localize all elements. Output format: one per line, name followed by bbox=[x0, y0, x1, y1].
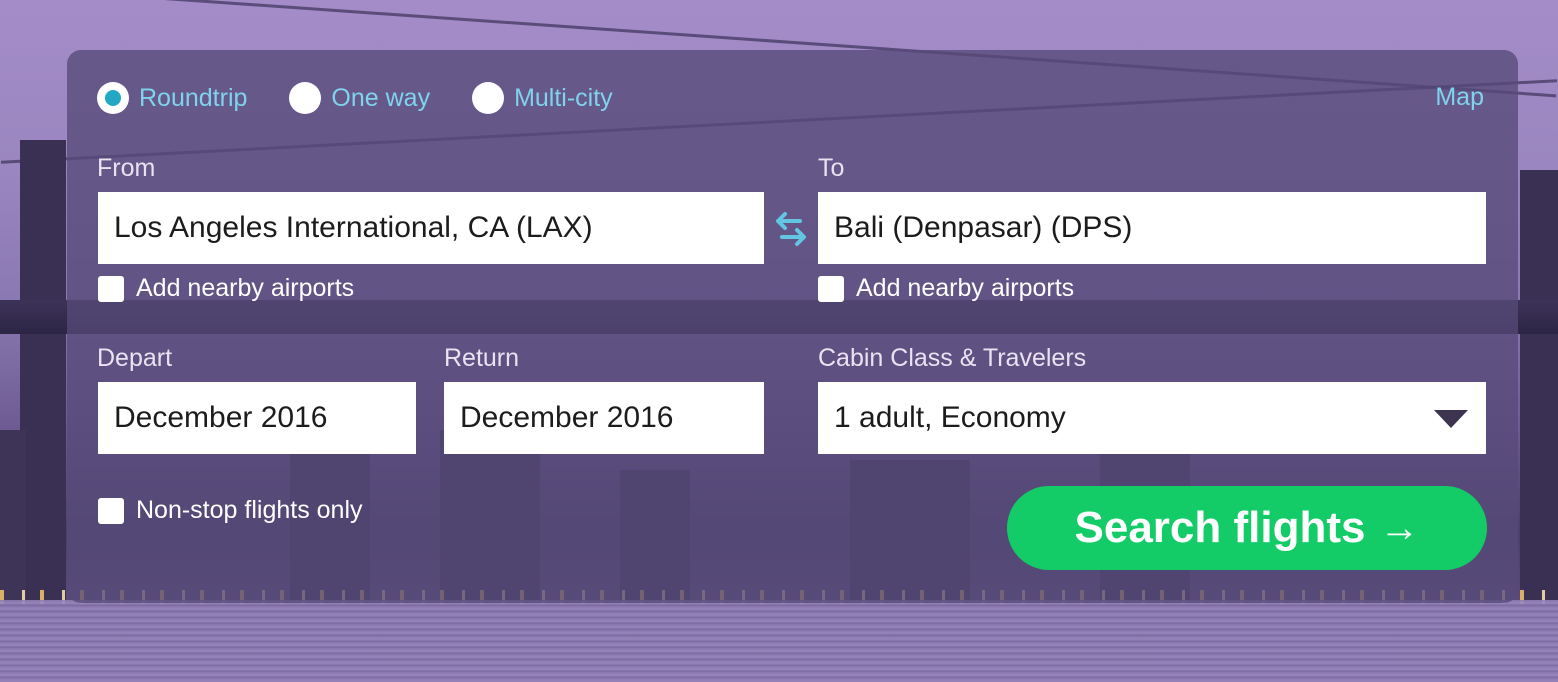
return-label: Return bbox=[444, 344, 520, 372]
water bbox=[0, 600, 1558, 682]
to-input[interactable]: Bali (Denpasar) (DPS) bbox=[818, 192, 1486, 264]
roundtrip-radio[interactable] bbox=[97, 82, 129, 114]
depart-label: Depart bbox=[97, 344, 173, 372]
cabin-travelers-label: Cabin Class & Travelers bbox=[818, 344, 1087, 372]
return-input[interactable]: December 2016 bbox=[444, 382, 764, 454]
bridge-tower bbox=[20, 140, 66, 600]
from-label: From bbox=[97, 154, 156, 182]
trip-type-group: Roundtrip One way Multi-city bbox=[97, 82, 655, 114]
to-label: To bbox=[818, 154, 845, 182]
from-input[interactable]: Los Angeles International, CA (LAX) bbox=[98, 192, 764, 264]
cabin-travelers-select[interactable]: 1 adult, Economy bbox=[818, 382, 1486, 454]
bridge-tower bbox=[1520, 170, 1558, 600]
trip-type-roundtrip[interactable]: Roundtrip bbox=[97, 82, 247, 114]
non-stop-option[interactable]: Non-stop flights only bbox=[98, 496, 363, 525]
depart-input[interactable]: December 2016 bbox=[98, 382, 416, 454]
search-flights-label: Search flights bbox=[1074, 503, 1366, 552]
non-stop-checkbox[interactable] bbox=[98, 497, 124, 524]
search-flights-button[interactable]: Search flights → bbox=[1007, 486, 1487, 570]
swap-arrows-icon[interactable] bbox=[770, 212, 812, 246]
multi-city-label[interactable]: Multi-city bbox=[514, 84, 613, 113]
cabin-travelers-value: 1 adult, Economy bbox=[834, 401, 1066, 434]
one-way-radio[interactable] bbox=[289, 82, 322, 114]
arrow-right-icon: → bbox=[1379, 505, 1420, 550]
flight-search-panel: Roundtrip One way Multi-city Map From Lo… bbox=[67, 50, 1518, 603]
to-nearby-checkbox[interactable] bbox=[818, 275, 844, 302]
map-link[interactable]: Map bbox=[1435, 83, 1484, 112]
from-nearby-airports[interactable]: Add nearby airports bbox=[98, 274, 354, 303]
roundtrip-label[interactable]: Roundtrip bbox=[139, 84, 247, 113]
from-nearby-label[interactable]: Add nearby airports bbox=[136, 274, 354, 303]
one-way-label[interactable]: One way bbox=[331, 84, 430, 113]
from-nearby-checkbox[interactable] bbox=[98, 275, 124, 302]
building bbox=[0, 430, 26, 602]
to-nearby-label[interactable]: Add nearby airports bbox=[856, 274, 1074, 303]
non-stop-label[interactable]: Non-stop flights only bbox=[136, 496, 363, 525]
chevron-down-icon[interactable] bbox=[1434, 410, 1468, 428]
multi-city-radio[interactable] bbox=[472, 82, 505, 114]
to-nearby-airports[interactable]: Add nearby airports bbox=[818, 274, 1074, 303]
trip-type-one-way[interactable]: One way bbox=[289, 82, 430, 114]
trip-type-multi-city[interactable]: Multi-city bbox=[472, 82, 613, 114]
